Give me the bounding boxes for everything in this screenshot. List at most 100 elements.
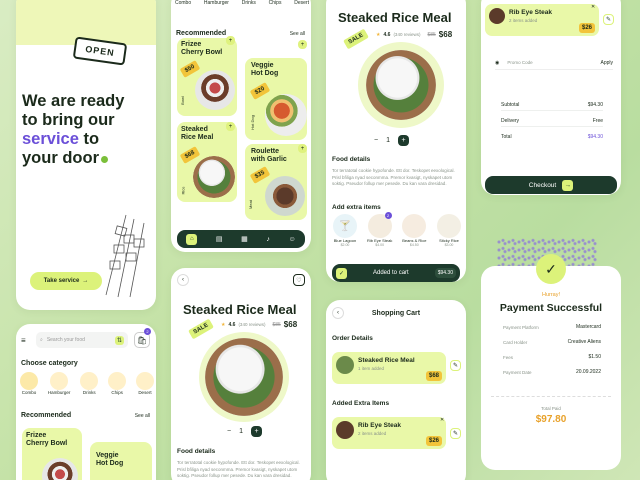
- add-to-bag-icon[interactable]: +: [298, 144, 307, 153]
- category-desert[interactable]: Desert: [294, 0, 309, 6]
- extra-item[interactable]: Sticky Rice $3.00: [434, 214, 464, 247]
- cart-badge: 2: [144, 328, 151, 335]
- roulette-image: [265, 176, 305, 216]
- sale-tag: SALE: [343, 28, 369, 50]
- extra-item[interactable]: 🍸 Blue Lagoon $2.00: [330, 214, 360, 247]
- cart-item-2: Rib Eye Steak 2 items added $26: [332, 417, 446, 449]
- steak-image: [489, 8, 505, 24]
- product-card-roulette[interactable]: Roulette with Garlic $35 Meat: [245, 144, 307, 220]
- category-combo[interactable]: Combo: [175, 0, 191, 6]
- row-label: Payment Platform: [503, 324, 539, 330]
- success-details: Payment Platform Mastercard Card Holder Cr…: [503, 324, 601, 375]
- category-label: Bowl: [179, 96, 185, 105]
- category-chips[interactable]: Chips: [108, 372, 127, 395]
- price: $68: [283, 320, 298, 329]
- minus-button[interactable]: −: [227, 428, 231, 435]
- add-to-bag-icon[interactable]: +: [226, 36, 235, 45]
- food-details-title: Food details: [332, 156, 371, 163]
- arrow-right-icon: →: [562, 179, 574, 191]
- detail-screen-2: ‹ ♡ Steaked Rice Meal SALE ★ 4.6 (340 re…: [171, 268, 311, 480]
- food-details-title: Food details: [177, 448, 216, 455]
- product-name-2: Cherry Bowl: [26, 440, 68, 447]
- add-to-bag-icon[interactable]: +: [298, 40, 307, 49]
- back-button[interactable]: ‹: [177, 274, 189, 286]
- steaked-rice-image: [193, 156, 235, 198]
- qty-value: 1: [239, 428, 243, 435]
- hamburger-menu-icon[interactable]: ≡: [21, 336, 26, 345]
- favorite-button[interactable]: ♡: [293, 274, 305, 286]
- frizee-bowl-image: [195, 70, 235, 110]
- extra-item[interactable]: 2 Rib Eye Steak $4.00: [365, 212, 395, 247]
- product-card-frizee[interactable]: Frizee Cherry Bowl: [22, 428, 82, 480]
- detail-screen: Steaked Rice Meal SALE ★ 4.6 (340 review…: [326, 0, 466, 282]
- promo-field[interactable]: ◉ Promo Code Apply: [495, 56, 613, 70]
- category-drinks[interactable]: Drinks: [80, 372, 99, 395]
- product-card-veggie[interactable]: Veggie Hot Dog $20 Hot Dog: [245, 58, 307, 140]
- search-input[interactable]: ⌕ Search your food ⇅: [36, 332, 128, 348]
- frizee-bowl-image: [42, 458, 78, 480]
- home-icon[interactable]: ⌂: [186, 233, 198, 245]
- category-hamburger[interactable]: Hamburger: [48, 372, 70, 395]
- extras-title: Add extra items: [332, 204, 381, 211]
- edit-icon[interactable]: ✎: [450, 360, 461, 371]
- tag-price: $50: [179, 60, 201, 78]
- profile-icon[interactable]: ☺: [288, 236, 295, 243]
- success-title: Payment Successful: [499, 302, 603, 314]
- product-name-2: Hot Dog: [96, 460, 124, 467]
- product-name-2: Cherry Bowl: [181, 49, 223, 56]
- extra-item[interactable]: Beans & Rice $4.50: [399, 214, 429, 247]
- see-all-link[interactable]: See all: [290, 31, 305, 37]
- apply-button[interactable]: Apply: [600, 60, 613, 66]
- edit-icon[interactable]: ✎: [450, 428, 461, 439]
- remove-icon[interactable]: ✕: [591, 4, 595, 10]
- category-combo[interactable]: Combo: [20, 372, 38, 395]
- take-service-label: Take service: [43, 278, 80, 284]
- product-name: Frizee: [181, 41, 202, 48]
- plus-button[interactable]: +: [398, 135, 409, 146]
- checkout-button[interactable]: Checkout →: [485, 176, 617, 194]
- filter-icon[interactable]: ⇅: [114, 335, 124, 345]
- star-icon: ★: [376, 31, 381, 38]
- total-paid-label: Total Paid: [541, 406, 561, 411]
- home-screen: Combo Hamburger Drinks Chips Desert Reco…: [171, 0, 311, 252]
- rating: 4.6: [228, 321, 236, 328]
- category-drinks[interactable]: Drinks: [242, 0, 256, 6]
- headline-line-3: your door: [22, 149, 99, 167]
- take-service-button[interactable]: Take service →: [30, 272, 102, 290]
- steaked-rice-meal-image: [205, 338, 283, 416]
- orders-icon[interactable]: ▦: [241, 235, 248, 243]
- qty-value: 1: [386, 137, 390, 144]
- product-card-veggie[interactable]: Veggie Hot Dog: [90, 442, 152, 480]
- checkout-item: Rib Eye Steak 2 items added $26: [485, 4, 599, 36]
- extra-items-title: Added Extra Items: [332, 400, 390, 407]
- remove-icon[interactable]: ✕: [440, 417, 444, 423]
- tag-price: $68: [179, 146, 201, 164]
- cart-title: Shopping Cart: [371, 310, 421, 317]
- drinks-icon: [80, 372, 99, 390]
- add-to-bag-icon[interactable]: +: [226, 122, 235, 131]
- cart-item-sub: 2 items added: [358, 431, 387, 436]
- rating: 4.6: [383, 31, 391, 38]
- menu-icon[interactable]: ▤: [216, 235, 223, 243]
- promo-icon: ◉: [495, 59, 500, 66]
- headline-line-2: to bring our: [22, 111, 115, 129]
- dot-icon: [101, 156, 108, 163]
- see-all-link[interactable]: See all: [135, 413, 150, 419]
- category-chips[interactable]: Chips: [269, 0, 282, 6]
- added-to-cart-bar[interactable]: ✓ Added to cart $94.30: [332, 264, 460, 282]
- category-label: Hot Dog: [249, 115, 255, 130]
- category-desert[interactable]: Desert: [135, 372, 154, 395]
- edit-icon[interactable]: ✎: [603, 14, 614, 25]
- bell-icon[interactable]: ♪: [266, 236, 270, 243]
- product-card-frizee[interactable]: Frizee Cherry Bowl $50 Bowl: [177, 38, 237, 116]
- category-hamburger[interactable]: Hamburger: [204, 0, 229, 6]
- minus-button[interactable]: −: [374, 137, 378, 144]
- cart-item-1: Steaked Rice Meal 1 item added $68: [332, 352, 446, 384]
- extra-badge: 2: [384, 212, 392, 219]
- product-card-steaked[interactable]: Steaked Rice Meal $68 Rice: [177, 122, 237, 202]
- added-label: Added to cart: [373, 270, 409, 276]
- delivery-value: Free: [592, 118, 603, 124]
- total-label: Total: [501, 134, 512, 140]
- extras-row: 🍸 Blue Lagoon $2.00 2 Rib Eye Steak $4.00 Be…: [330, 212, 464, 247]
- plus-button[interactable]: +: [251, 426, 262, 437]
